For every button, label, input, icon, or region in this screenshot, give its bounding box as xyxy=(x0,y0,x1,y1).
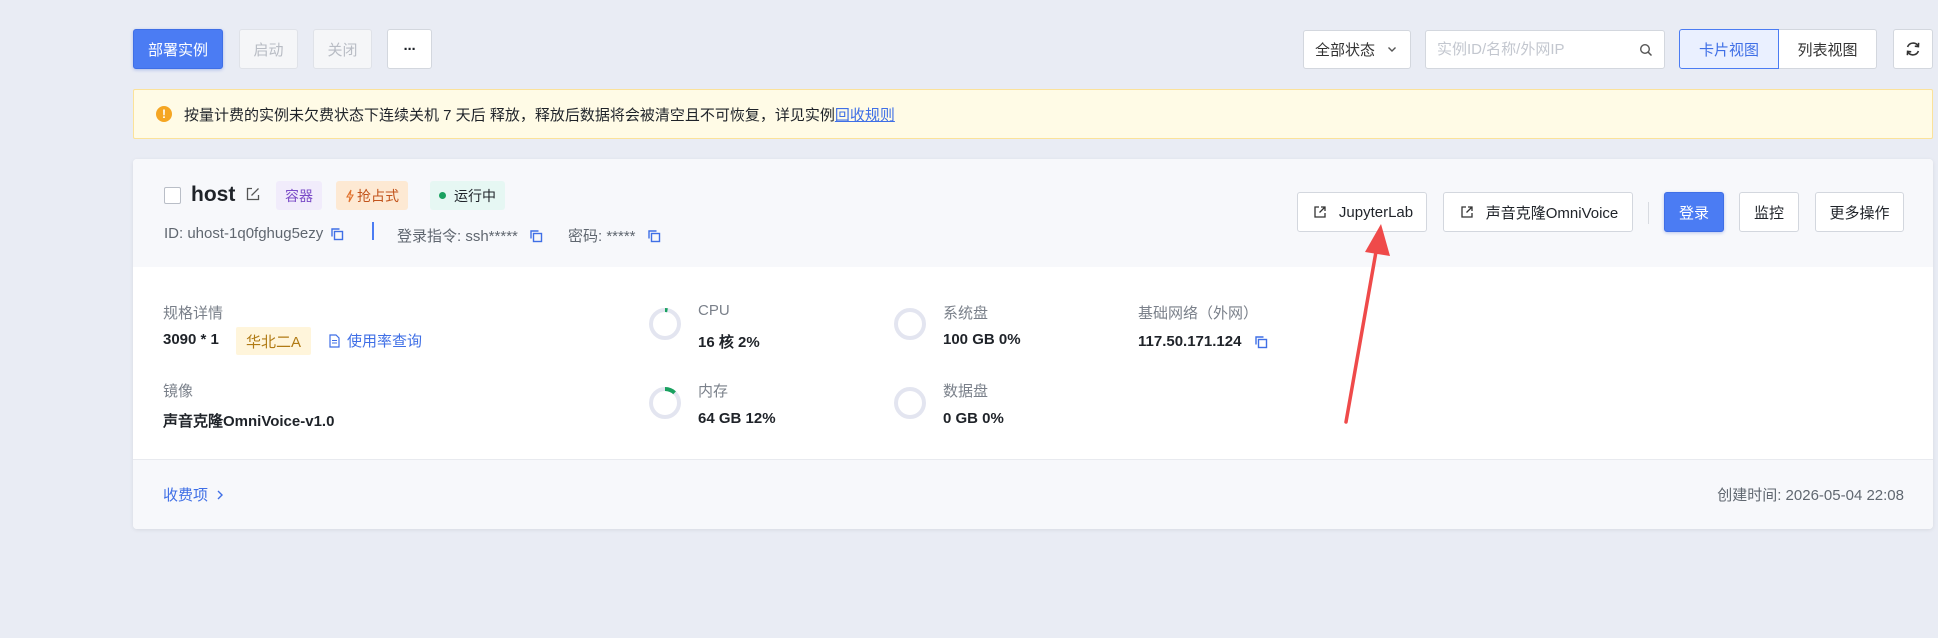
usage-query-link[interactable]: 使用率查询 xyxy=(328,330,422,351)
image-value: 声音克隆OmniVoice-v1.0 xyxy=(163,413,335,430)
usage-ring-track xyxy=(649,308,681,340)
usage-query-label: 使用率查询 xyxy=(347,333,423,350)
instance-id-row: ID: uhost-1q0fghug5ezy xyxy=(164,225,344,242)
instance-card-footer xyxy=(133,459,1933,529)
list-view-tab[interactable]: 列表视图 xyxy=(1779,29,1877,69)
fee-items-link[interactable]: 收费项 xyxy=(163,484,226,505)
meta-separator xyxy=(372,222,374,240)
status-filter-value: 全部状态 xyxy=(1315,42,1376,59)
cpu-value: 16 核 2% xyxy=(698,334,760,351)
jupyterlab-label: JupyterLab xyxy=(1338,203,1414,221)
external-link-icon xyxy=(1460,205,1474,219)
recycle-rules-link[interactable]: 回收规则 xyxy=(835,104,895,125)
usage-ring-track xyxy=(894,308,926,340)
more-toolbar-button[interactable]: ··· xyxy=(387,29,432,69)
network-ip: 117.50.171.124 xyxy=(1138,333,1242,350)
instance-name: host xyxy=(191,183,236,206)
billing-tag-label: 抢占式 xyxy=(357,187,399,204)
omnivoice-button[interactable]: 声音克隆OmniVoice xyxy=(1443,192,1633,232)
data-disk-usage-ring xyxy=(894,387,926,419)
login-command-row: 登录指令: ssh***** xyxy=(397,225,543,246)
more-operations-button[interactable]: 更多操作 xyxy=(1815,192,1904,232)
data-disk-label: 数据盘 xyxy=(943,383,989,400)
shutdown-button[interactable]: 关闭 xyxy=(313,29,372,69)
search-icon[interactable] xyxy=(1639,43,1653,57)
usage-ring-track xyxy=(894,387,926,419)
refresh-button[interactable] xyxy=(1893,29,1933,69)
deploy-instance-button[interactable]: 部署实例 xyxy=(133,29,223,69)
type-tag: 容器 xyxy=(276,181,322,210)
view-toggle: 卡片视图 列表视图 xyxy=(1679,29,1877,69)
instance-card-header xyxy=(133,159,1933,267)
usage-ring-track xyxy=(649,387,681,419)
network-label: 基础网络（外网） xyxy=(1138,305,1259,322)
search-input[interactable] xyxy=(1426,41,1626,58)
status-dot-icon xyxy=(439,192,446,199)
instance-id: ID: uhost-1q0fghug5ezy xyxy=(164,225,324,242)
copy-login-command-icon[interactable] xyxy=(529,229,543,243)
notice-text: 按量计费的实例未欠费状态下连续关机 7 天后 释放，释放后数据将会被清空且不可恢… xyxy=(184,106,835,124)
system-disk-label: 系统盘 xyxy=(943,305,989,322)
login-command: 登录指令: ssh***** xyxy=(397,228,518,245)
cpu-label: CPU xyxy=(698,302,730,319)
chevron-right-icon xyxy=(217,490,224,499)
region-tag: 华北二A xyxy=(236,327,312,355)
search-box[interactable] xyxy=(1425,30,1665,69)
status-label: 运行中 xyxy=(454,187,496,204)
fee-items-label: 收费项 xyxy=(163,487,209,504)
cpu-usage-ring xyxy=(649,308,681,340)
copy-id-icon[interactable] xyxy=(330,227,344,241)
spec-value: 3090 * 1 xyxy=(163,331,219,348)
status-filter-select[interactable]: 全部状态 xyxy=(1303,30,1411,69)
monitor-button[interactable]: 监控 xyxy=(1739,192,1799,232)
network-ip-row: 117.50.171.124 xyxy=(1138,333,1268,350)
memory-value: 64 GB 12% xyxy=(698,410,776,427)
copy-ip-icon[interactable] xyxy=(1254,335,1268,349)
instance-select-checkbox[interactable] xyxy=(164,187,181,204)
release-notice: ! 按量计费的实例未欠费状态下连续关机 7 天后 释放，释放后数据将会被清空且不… xyxy=(133,89,1933,139)
copy-password-icon[interactable] xyxy=(647,229,661,243)
start-button[interactable]: 启动 xyxy=(239,29,298,69)
password-row: 密码: ***** xyxy=(568,225,661,246)
password-masked: 密码: ***** xyxy=(568,228,636,245)
refresh-icon xyxy=(1906,42,1920,56)
actions-divider xyxy=(1648,202,1649,224)
jupyterlab-button[interactable]: JupyterLab xyxy=(1297,192,1427,232)
omnivoice-label: 声音克隆OmniVoice xyxy=(1485,204,1619,222)
data-disk-value: 0 GB 0% xyxy=(943,410,1004,427)
memory-label: 内存 xyxy=(698,383,729,400)
memory-usage-ring xyxy=(649,387,681,419)
spec-label: 规格详情 xyxy=(163,305,224,322)
login-button[interactable]: 登录 xyxy=(1664,192,1724,232)
image-label: 镜像 xyxy=(163,383,194,400)
system-disk-usage-ring xyxy=(894,308,926,340)
created-time: 创建时间: 2026-05-04 22:08 xyxy=(1717,487,1904,504)
document-icon xyxy=(329,333,340,348)
edit-name-icon[interactable] xyxy=(245,186,261,202)
lightning-icon xyxy=(346,189,354,202)
warning-icon: ! xyxy=(156,106,172,122)
status-badge: 运行中 xyxy=(430,181,505,210)
external-link-icon xyxy=(1313,205,1327,219)
chevron-down-icon xyxy=(1388,47,1396,52)
system-disk-value: 100 GB 0% xyxy=(943,331,1021,348)
billing-tag: 抢占式 xyxy=(336,181,408,210)
card-view-tab[interactable]: 卡片视图 xyxy=(1679,29,1779,69)
